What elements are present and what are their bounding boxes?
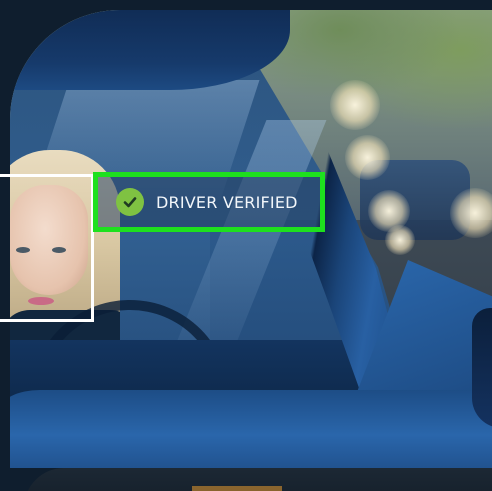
headlight-bokeh [330, 80, 380, 130]
next-card-preview [24, 468, 492, 491]
scene: DRIVER VERIFIED [0, 0, 492, 491]
card-accent [192, 486, 282, 491]
headlight-bokeh [385, 225, 415, 255]
headlight-bokeh [345, 135, 390, 180]
side-mirror [472, 308, 492, 428]
car-hood [10, 390, 492, 468]
badge-label: DRIVER VERIFIED [156, 192, 298, 212]
check-circle-icon [116, 188, 144, 216]
driver-verified-badge: DRIVER VERIFIED [93, 172, 325, 232]
headlight-bokeh [450, 188, 492, 238]
face-detection-box [0, 174, 94, 322]
